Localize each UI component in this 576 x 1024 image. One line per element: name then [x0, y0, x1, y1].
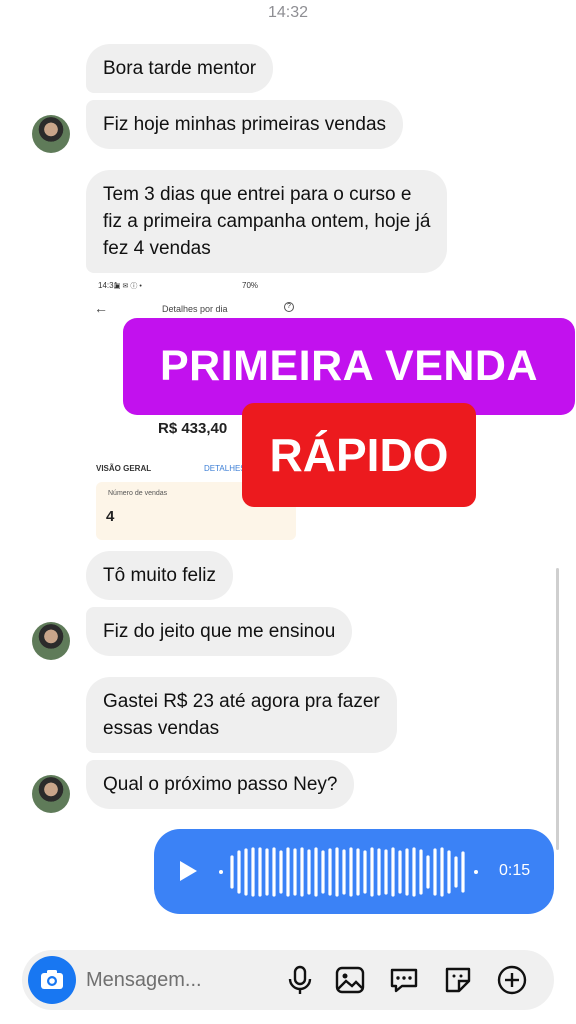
screenshot-details-link: DETALHES: [204, 464, 246, 473]
microphone-icon[interactable]: [284, 964, 316, 996]
message-input[interactable]: [86, 964, 276, 996]
message-bubble-received[interactable]: Gastei R$ 23 até agora pra fazer essas v…: [86, 677, 397, 753]
message-bubble-received[interactable]: Bora tarde mentor: [86, 44, 274, 93]
sales-count-label: Número de vendas: [108, 490, 168, 497]
contact-avatar[interactable]: [32, 622, 70, 660]
overlay-banner-secondary: RÁPIDO: [242, 403, 476, 507]
message-bubble-received[interactable]: Tô muito feliz: [86, 551, 233, 600]
voice-duration: 0:15: [499, 862, 531, 879]
waveform-icon: [219, 847, 478, 897]
message-bubble-received[interactable]: Fiz hoje minhas primeiras vendas: [86, 100, 404, 149]
screenshot-amount: R$ 433,40: [158, 420, 228, 437]
status-time: 14:32: [267, 4, 309, 21]
plus-circle-icon[interactable]: [496, 964, 528, 996]
camera-button[interactable]: [28, 956, 76, 1004]
message-bubble-received[interactable]: Qual o próximo passo Ney?: [86, 760, 355, 809]
message-bubble-received[interactable]: Tem 3 dias que entrei para o curso e fiz…: [86, 170, 448, 273]
screenshot-battery: 70%: [242, 281, 259, 290]
message-composer: [22, 950, 554, 1010]
screenshot-notification-icons: ▣ ✉ ⓘ •: [114, 283, 142, 290]
chat-scrollbar[interactable]: [556, 568, 559, 850]
sales-count-value: 4: [106, 508, 115, 525]
screenshot-overview-label: VISÃO GERAL: [96, 464, 152, 473]
contact-avatar[interactable]: [32, 775, 70, 813]
play-icon[interactable]: [180, 861, 197, 881]
overlay-banner-primary: PRIMEIRA VENDA: [123, 318, 575, 415]
back-arrow-icon: ←: [94, 300, 108, 316]
gallery-icon[interactable]: [334, 964, 366, 996]
contact-avatar[interactable]: [32, 115, 70, 153]
voice-message-bubble[interactable]: 0:15: [154, 829, 554, 914]
sticker-icon[interactable]: [442, 964, 474, 996]
help-icon: ?: [284, 302, 294, 312]
chat-bubble-icon[interactable]: [388, 964, 420, 996]
screenshot-title: Detalhes por dia: [162, 304, 228, 314]
message-bubble-received[interactable]: Fiz do jeito que me ensinou: [86, 607, 353, 656]
camera-icon: [41, 970, 63, 989]
